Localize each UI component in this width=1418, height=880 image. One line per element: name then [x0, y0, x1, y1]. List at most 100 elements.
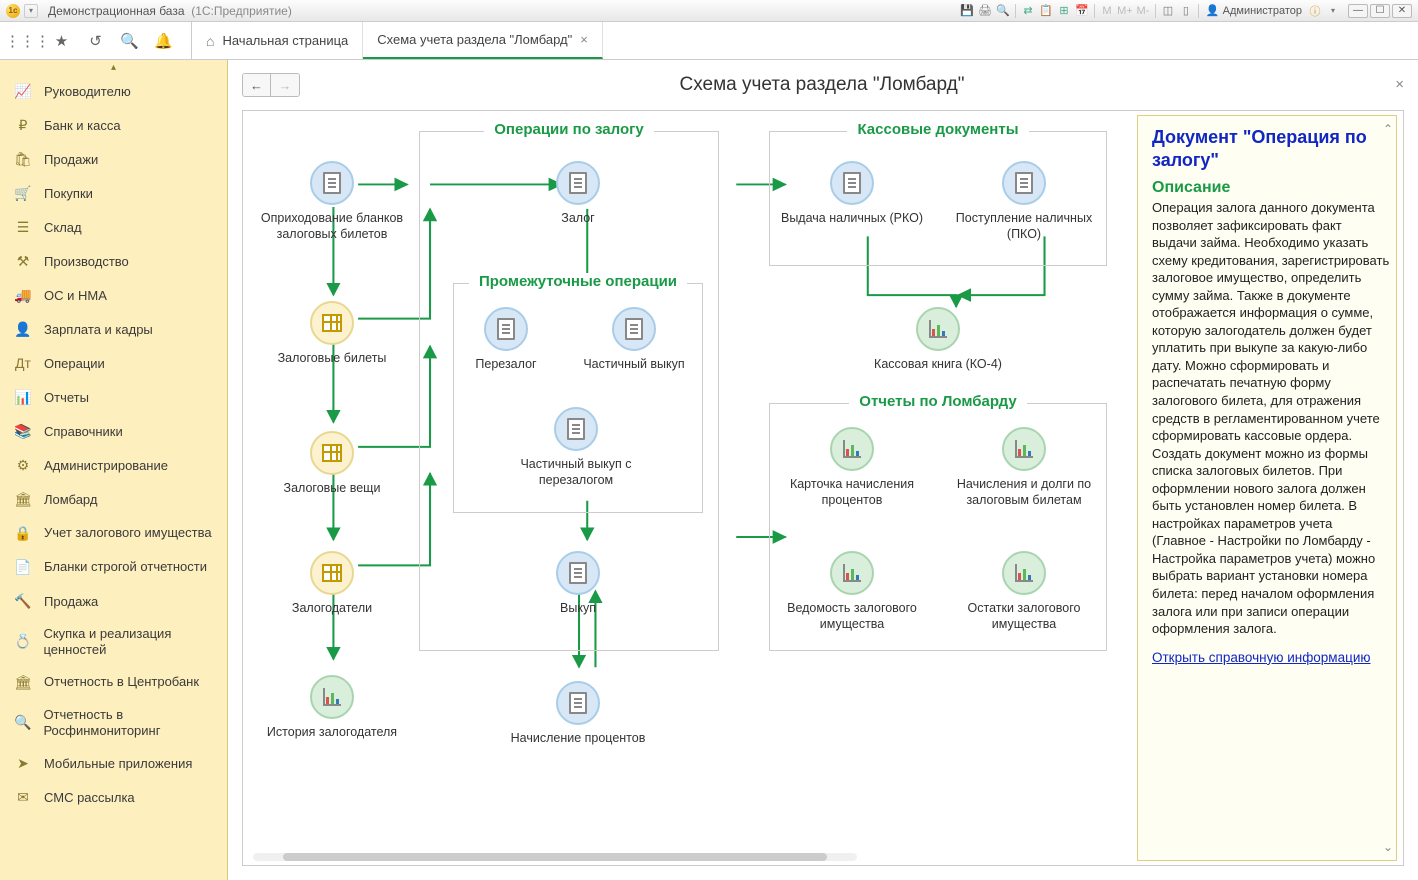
- scroll-up-icon[interactable]: ⌃: [1383, 122, 1393, 136]
- panel-icon[interactable]: ▯: [1177, 3, 1195, 19]
- app-logo-icon: 1c: [6, 4, 20, 18]
- help-panel: ⌃ Документ "Операция по залогу" Описание…: [1137, 115, 1397, 861]
- favorite-icon[interactable]: ★: [53, 32, 71, 50]
- save-icon[interactable]: 💾: [958, 3, 976, 19]
- node-perezalog[interactable]: Перезалог: [441, 307, 571, 373]
- sidebar-item-sms[interactable]: ✉СМС рассылка: [0, 780, 227, 814]
- sidebar-item-hr[interactable]: 👤Зарплата и кадры: [0, 312, 227, 346]
- scroll-down-icon[interactable]: ⌄: [1383, 840, 1393, 854]
- info-dropdown[interactable]: ▾: [1324, 3, 1342, 19]
- info-icon[interactable]: ⓘ: [1306, 3, 1324, 19]
- help-subtitle: Описание: [1152, 179, 1390, 197]
- calendar-icon[interactable]: 📅: [1073, 3, 1091, 19]
- sidebar-item-label: Продажа: [44, 594, 98, 609]
- sidebar-item-reports[interactable]: 📊Отчеты: [0, 380, 227, 414]
- sidebar-icon: 🔨: [14, 592, 32, 610]
- help-link[interactable]: Открыть справочную информацию: [1152, 650, 1390, 665]
- layout-icon[interactable]: ◫: [1159, 3, 1177, 19]
- node-partial[interactable]: Частичный выкуп: [569, 307, 699, 373]
- group-title: Промежуточные операции: [469, 273, 687, 290]
- preview-icon[interactable]: 🔍: [994, 3, 1012, 19]
- sidebar-item-rosfin[interactable]: 🔍Отчетность в Росфинмониторинг: [0, 699, 227, 746]
- sidebar-item-label: Скупка и реализация ценностей: [43, 626, 213, 657]
- node-remains[interactable]: Остатки залогового имущества: [949, 551, 1099, 632]
- user-menu[interactable]: 👤 Администратор: [1206, 4, 1302, 17]
- help-title: Документ "Операция по залогу": [1152, 126, 1390, 171]
- sidebar-item-mobile[interactable]: ➤Мобильные приложения: [0, 746, 227, 780]
- sidebar-item-pledge-acc[interactable]: 🔒Учет залогового имущества: [0, 516, 227, 550]
- sidebar-scroll-up[interactable]: ▴: [0, 60, 227, 74]
- node-card[interactable]: Карточка начисления процентов: [777, 427, 927, 508]
- sidebar-item-osnma[interactable]: 🚚ОС и НМА: [0, 278, 227, 312]
- sidebar-item-stock[interactable]: ☰Склад: [0, 210, 227, 244]
- node-tickets[interactable]: Залоговые билеты: [257, 301, 407, 367]
- node-oprih[interactable]: Оприходование бланков залоговых билетов: [257, 161, 407, 242]
- sidebar-icon: 👤: [14, 320, 32, 338]
- node-vykup[interactable]: Выкуп: [503, 551, 653, 617]
- compare-icon[interactable]: ⇄: [1019, 3, 1037, 19]
- memory-m[interactable]: M: [1098, 3, 1116, 19]
- sidebar-item-label: Производство: [44, 254, 129, 269]
- sidebar-item-skupka[interactable]: 💍 Скупка и реализация ценностей: [0, 618, 227, 665]
- print-icon[interactable]: 🖨: [976, 3, 994, 19]
- sidebar-item-cb[interactable]: 🏛Отчетность в Центробанк: [0, 665, 227, 699]
- sidebar-item-sale[interactable]: 🔨 Продажа: [0, 584, 227, 618]
- sidebar-item-bank[interactable]: ₽Банк и касса: [0, 108, 227, 142]
- node-kassbook[interactable]: Кассовая книга (КО-4): [863, 307, 1013, 373]
- sidebar-icon: 🏛: [14, 673, 32, 691]
- nav-forward-button: →: [271, 74, 299, 96]
- node-interest[interactable]: Начисление процентов: [503, 681, 653, 747]
- sidebar-icon: 🔒: [14, 524, 32, 542]
- sidebar-item-admin[interactable]: ⚙Администрирование: [0, 448, 227, 482]
- sidebar-item-refs[interactable]: 📚Справочники: [0, 414, 227, 448]
- sidebar-icon: Дт: [14, 354, 32, 372]
- document-icon: [1015, 172, 1033, 194]
- titlebar: 1c ▾ Демонстрационная база (1С:Предприят…: [0, 0, 1418, 22]
- node-items[interactable]: Залоговые вещи: [257, 431, 407, 497]
- tab-home[interactable]: ⌂ Начальная страница: [192, 22, 363, 59]
- sidebar-item-lombard[interactable]: 🏛Ломбард: [0, 482, 227, 516]
- group-title: Отчеты по Ломбарду: [849, 393, 1026, 410]
- memory-mplus[interactable]: M+: [1116, 3, 1134, 19]
- sidebar-icon: 💍: [14, 633, 31, 651]
- node-zalog[interactable]: Залог: [503, 161, 653, 227]
- node-rko[interactable]: Выдача наличных (РКО): [777, 161, 927, 227]
- search-icon[interactable]: 🔍: [121, 32, 139, 50]
- app-menu-dropdown[interactable]: ▾: [24, 4, 38, 18]
- node-history[interactable]: История залогодателя: [257, 675, 407, 741]
- table-icon: [322, 444, 342, 462]
- horizontal-scrollbar[interactable]: [253, 853, 857, 861]
- sidebar-item-label: СМС рассылка: [44, 790, 135, 805]
- nav-back-button[interactable]: ←: [243, 74, 271, 96]
- node-pledgers[interactable]: Залогодатели: [257, 551, 407, 617]
- node-pko[interactable]: Поступление наличных (ПКО): [949, 161, 1099, 242]
- sidebar-item-label: Покупки: [44, 186, 93, 201]
- sidebar-item-manager[interactable]: 📈Руководителю: [0, 74, 227, 108]
- document-icon: [323, 172, 341, 194]
- apps-icon[interactable]: ⋮⋮⋮: [19, 32, 37, 50]
- document-icon: [567, 418, 585, 440]
- memory-mminus[interactable]: M-: [1134, 3, 1152, 19]
- sidebar-item-sales[interactable]: 🛍Продажи: [0, 142, 227, 176]
- notifications-icon[interactable]: 🔔: [155, 32, 173, 50]
- sidebar-icon: 🏛: [14, 490, 32, 508]
- tab-close-icon[interactable]: ×: [580, 32, 588, 47]
- sidebar-item-purchase[interactable]: 🛒Покупки: [0, 176, 227, 210]
- close-button[interactable]: ✕: [1392, 4, 1412, 18]
- sidebar-item-ops[interactable]: ДтОперации: [0, 346, 227, 380]
- minimize-button[interactable]: —: [1348, 4, 1368, 18]
- sidebar-item-label: ОС и НМА: [44, 288, 107, 303]
- sidebar-item-blanks[interactable]: 📄Бланки строгой отчетности: [0, 550, 227, 584]
- sidebar-item-production[interactable]: ⚒Производство: [0, 244, 227, 278]
- page-close-icon[interactable]: ×: [1395, 76, 1404, 93]
- calc-icon[interactable]: ⊞: [1055, 3, 1073, 19]
- workflow-canvas: Операции по залогу Промежуточные операци…: [243, 111, 1137, 865]
- history-icon[interactable]: ↺: [87, 32, 105, 50]
- node-inventory[interactable]: Ведомость залогового имущества: [777, 551, 927, 632]
- sidebar-item-label: Бланки строгой отчетности: [44, 559, 207, 575]
- copy-icon[interactable]: 📋: [1037, 3, 1055, 19]
- node-debts[interactable]: Начисления и долги по залоговым билетам: [949, 427, 1099, 508]
- maximize-button[interactable]: ☐: [1370, 4, 1390, 18]
- node-partial-pere[interactable]: Частичный выкуп с перезалогом: [501, 407, 651, 488]
- tab-lombard-scheme[interactable]: Схема учета раздела "Ломбард" ×: [363, 22, 603, 59]
